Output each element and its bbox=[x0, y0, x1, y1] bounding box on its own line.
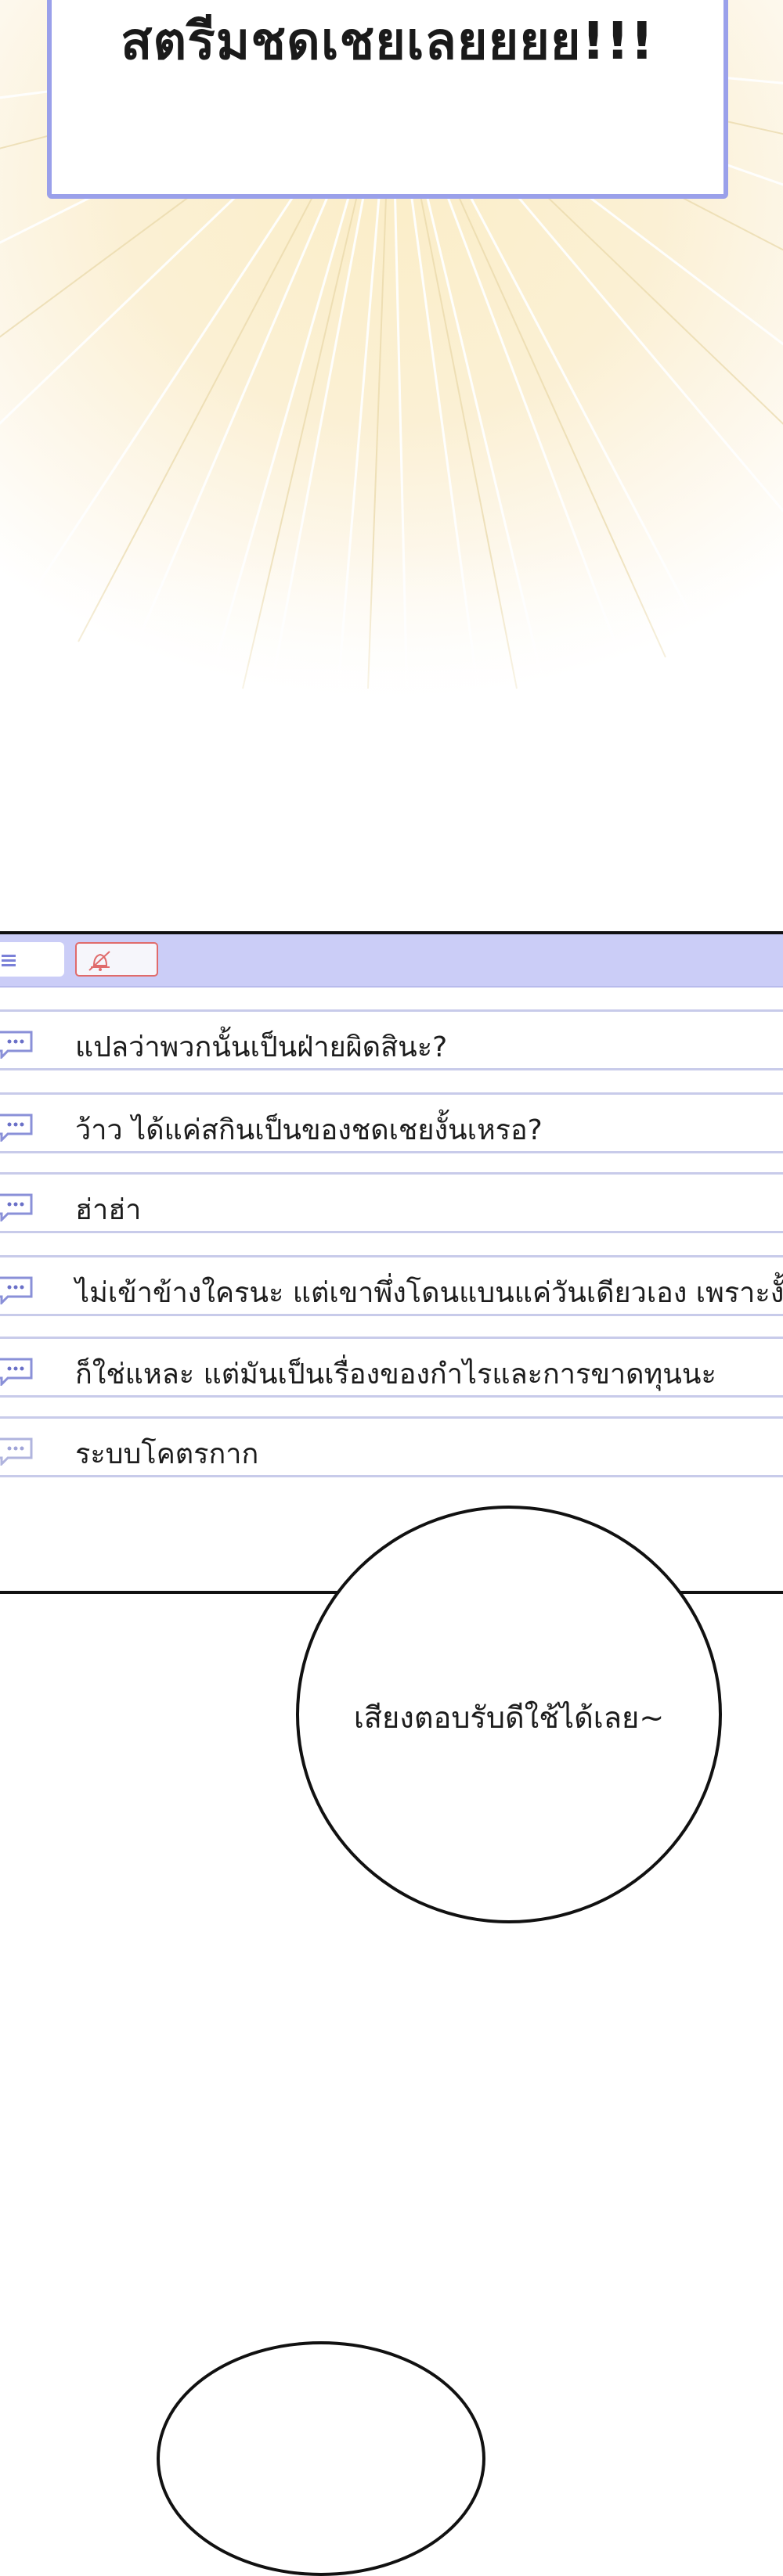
message-text: แปลว่าพวกนั้นเป็นฝ่ายผิดสินะ? bbox=[75, 1031, 448, 1063]
message-text: ว้าว ได้แค่สกินเป็นของชดเชยงั้นเหรอ? bbox=[75, 1114, 543, 1146]
shout-box: สตรีมชดเชยเลยยยย!!! bbox=[47, 0, 728, 199]
chat-message: ว้าว ได้แค่สกินเป็นของชดเชยงั้นเหรอ? bbox=[0, 1092, 783, 1153]
speed-line-background: สตรีมชดเชยเลยยยย!!! bbox=[0, 0, 783, 790]
mute-button[interactable] bbox=[75, 942, 158, 977]
chat-bubble-icon bbox=[0, 1276, 33, 1304]
chat-bubble-icon bbox=[0, 1437, 33, 1466]
message-text: ไม่เข้าข้างใครนะ แต่เขาพึ่งโดนแบนแค่วันเ… bbox=[75, 1277, 783, 1309]
speech-bubble: เสียงตอบรับดีใช้ได้เลย~ bbox=[296, 1506, 722, 1923]
chat-bubble-icon bbox=[0, 1358, 33, 1386]
bell-off-icon bbox=[88, 951, 110, 971]
menu-button[interactable] bbox=[0, 942, 64, 977]
chat-bubble-icon bbox=[0, 1114, 33, 1142]
message-text: ฮ่าฮ่า bbox=[75, 1194, 142, 1226]
header-divider bbox=[0, 986, 783, 988]
menu-icon bbox=[2, 955, 16, 966]
chat-message: ฮ่าฮ่า bbox=[0, 1172, 783, 1233]
message-text: ระบบโคตรกาก bbox=[75, 1438, 259, 1470]
chat-message: ระบบโคตรกาก bbox=[0, 1416, 783, 1477]
chat-bubble-icon bbox=[0, 1031, 33, 1059]
chat-message: แปลว่าพวกนั้นเป็นฝ่ายผิดสินะ? bbox=[0, 1009, 783, 1070]
chat-header bbox=[0, 934, 783, 986]
message-text: ก็ใช่แหละ แต่มันเป็นเรื่องของกำไรและการข… bbox=[75, 1358, 716, 1391]
speech-bubble bbox=[157, 2341, 485, 2576]
chat-message: ไม่เข้าข้างใครนะ แต่เขาพึ่งโดนแบนแค่วันเ… bbox=[0, 1255, 783, 1316]
live-chat-panel: แปลว่าพวกนั้นเป็นฝ่ายผิดสินะ? ว้าว ได้แค… bbox=[0, 931, 783, 1484]
shout-text: สตรีมชดเชยเลยยยย!!! bbox=[121, 11, 655, 71]
chat-bubble-icon bbox=[0, 1193, 33, 1221]
chat-message: ก็ใช่แหละ แต่มันเป็นเรื่องของกำไรและการข… bbox=[0, 1337, 783, 1398]
speech-text: เสียงตอบรับดีใช้ได้เลย~ bbox=[353, 1700, 665, 1735]
